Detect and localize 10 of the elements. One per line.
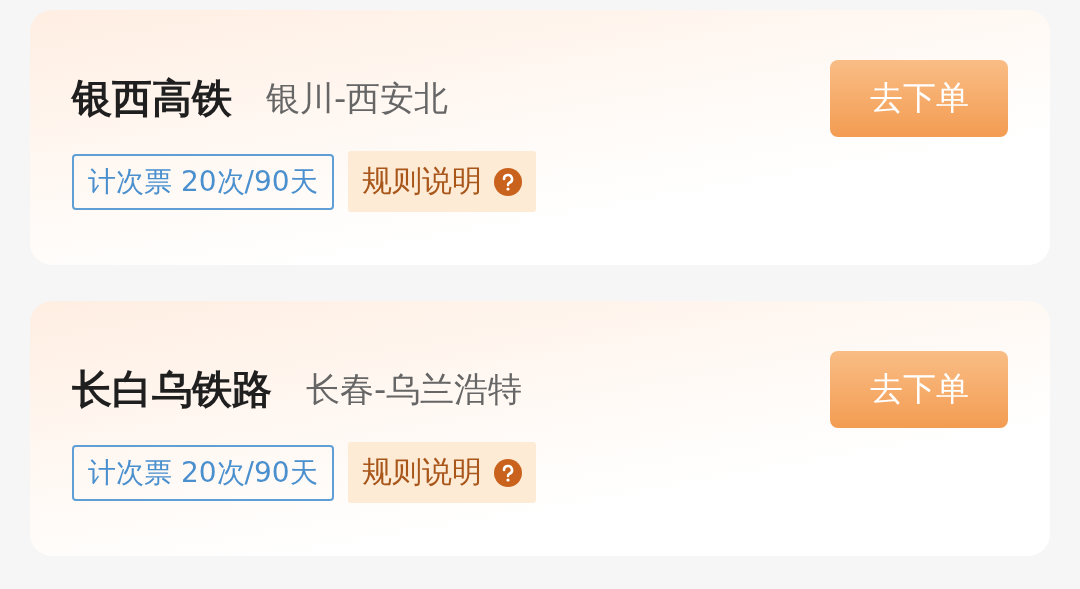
ticket-tag: 计次票 20次/90天 (72, 444, 334, 501)
route-text: 银川-西安北 (266, 76, 449, 120)
help-icon (493, 167, 522, 196)
line-title: 长白乌铁路 (72, 365, 272, 414)
line-title: 银西高铁 (72, 74, 232, 123)
rules-link[interactable]: 规则说明 (347, 442, 536, 503)
ticket-tag: 计次票 20次/90天 (72, 153, 334, 210)
rules-link[interactable]: 规则说明 (347, 151, 536, 212)
help-icon (493, 458, 522, 487)
route-text: 长春-乌兰浩特 (306, 367, 523, 411)
